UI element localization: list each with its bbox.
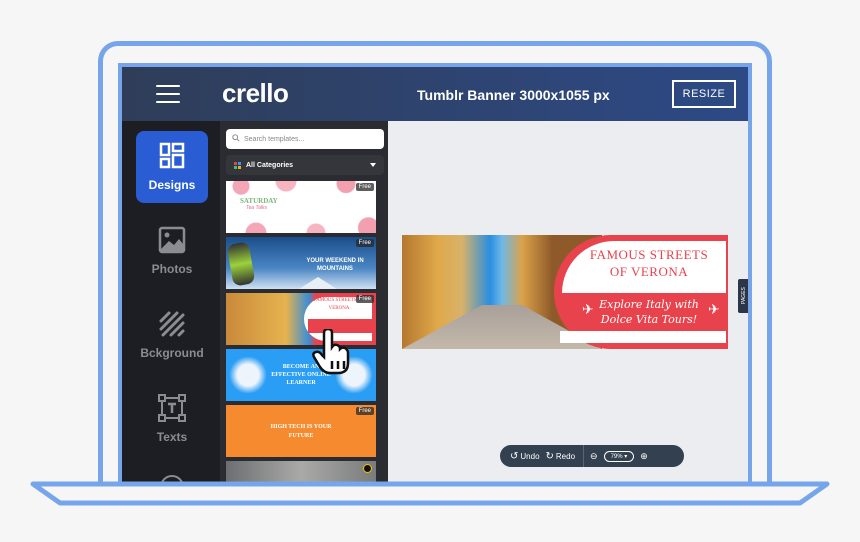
crello-logo[interactable]: crello [222,78,289,109]
design-canvas[interactable]: FAMOUS STREETS OF VERONA Explore Italy w… [388,121,748,483]
pages-tab[interactable]: PAGES [738,279,748,313]
banner-headline: FAMOUS STREETS OF VERONA [574,246,724,280]
undo-button[interactable]: ↺ Undo [510,451,540,462]
search-placeholder: Search templates... [244,135,305,143]
sidebar-item-designs[interactable]: Designs [136,131,208,203]
template-card[interactable]: YOUR WEEKEND IN MOUNTAINS Free [226,237,376,289]
grid-icon [159,142,185,169]
banner-bottom-strip [560,331,726,343]
document-title: Tumblr Banner 3000x1055 px [417,87,610,103]
undo-label: Undo [520,451,540,461]
template-title: YOUR WEEKEND IN MOUNTAINS [306,258,364,272]
search-icon [232,134,240,142]
template-title: HIGH TECH IS YOUR FUTURE [270,424,332,439]
undo-icon: ↺ [510,450,519,462]
template-title: SATURDAY [240,197,278,205]
template-card[interactable]: BECOME AN EFFECTIVE ONLINE LEARNER [226,349,376,401]
category-value: All Categories [246,161,294,169]
redo-label: Redo [555,451,576,461]
search-input[interactable]: Search templates... [226,129,384,149]
sidebar-item-label: Texts [156,430,188,444]
headline-line-1: FAMOUS STREETS [589,247,709,262]
tagline-line-1: Explore Italy with [599,298,699,311]
template-card[interactable]: HIGH TECH IS YOUR FUTURE Free [226,405,376,457]
app-screen: crello Tumblr Banner 3000x1055 px RESIZE… [118,63,752,483]
sidebar-item-label: Photos [151,262,193,276]
zoom-in-icon[interactable]: ⊕ [640,451,648,462]
free-badge: Free [355,183,374,191]
hamburger-icon[interactable] [156,85,180,103]
templates-panel: Search templates... All Categories SATUR… [220,121,388,483]
template-subtitle: Tea Talks [246,205,268,211]
template-card[interactable]: SATURDAY Tea Talks Free [226,181,376,233]
template-card[interactable] [226,461,376,483]
banner-design[interactable]: FAMOUS STREETS OF VERONA Explore Italy w… [402,235,728,349]
free-badge: Free [355,239,374,247]
categories-icon [234,162,241,169]
sidebar-rail: Designs Photos Bckground Texts [122,121,220,483]
sidebar-item-label: Bckground [140,346,204,360]
free-badge: Free [355,407,374,415]
free-badge: Free [355,295,374,303]
zoom-out-icon[interactable]: ⊖ [590,451,598,462]
zoom-value: 79% [610,453,623,460]
chevron-down-icon [370,163,376,167]
headline-line-2: OF VERONA [609,264,689,279]
redo-button[interactable]: ↻ Redo [546,451,576,462]
redo-icon: ↻ [545,450,554,462]
toolbar-divider [583,445,585,467]
airplane-icon: ✈ [708,301,720,317]
hand-cursor-icon [312,329,350,375]
template-card[interactable]: FAMOUS STREETS OF VERONA Free [226,293,376,345]
sidebar-item-label: Designs [148,178,196,192]
tagline-line-2: Dolce Vita Tours! [600,313,698,326]
sidebar-item-photos[interactable]: Photos [136,215,208,287]
sidebar-item-texts[interactable]: Texts [136,383,208,455]
top-bar: crello Tumblr Banner 3000x1055 px RESIZE [122,67,748,121]
sidebar-item-background[interactable]: Bckground [136,299,208,371]
category-dropdown[interactable]: All Categories [226,155,384,175]
banner-tagline: Explore Italy with Dolce Vita Tours! [574,297,724,327]
resize-button[interactable]: RESIZE [672,80,736,108]
stripes-icon [159,311,185,337]
laptop-base [30,481,830,506]
canvas-toolbar: ↺ Undo ↻ Redo ⊖ 79% ▾ ⊕ [500,445,684,467]
zoom-level-select[interactable]: 79% ▾ [603,450,635,462]
image-icon [158,226,186,254]
premium-crown-icon [363,464,372,473]
text-box-icon [158,394,186,422]
airplane-icon: ✈ [582,301,594,317]
